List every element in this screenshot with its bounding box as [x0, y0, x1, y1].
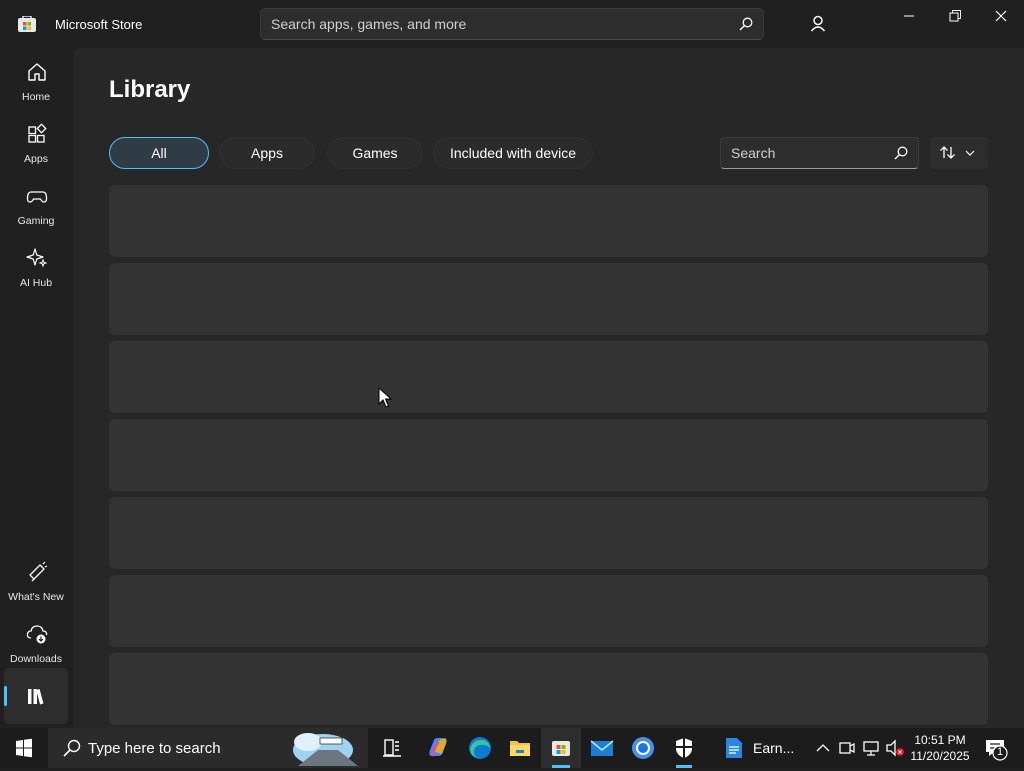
- minimize-button[interactable]: [886, 0, 932, 32]
- open-app-button[interactable]: [714, 728, 754, 768]
- meet-now-icon[interactable]: [837, 728, 857, 768]
- security-icon: [676, 738, 692, 768]
- open-app-label[interactable]: Earn...: [753, 740, 794, 756]
- store-logo-icon: [18, 16, 36, 32]
- restore-button[interactable]: [932, 0, 978, 32]
- library-search-input[interactable]: [731, 138, 889, 168]
- nav-whats-new[interactable]: What's New: [4, 553, 68, 609]
- start-button[interactable]: [4, 728, 44, 768]
- nav-home-label: Home: [21, 91, 50, 103]
- store-icon: [552, 741, 570, 768]
- mail-button[interactable]: [582, 728, 622, 768]
- search-icon[interactable]: [894, 146, 908, 160]
- system-clock[interactable]: 10:51 PM 11/20/2025: [908, 732, 972, 764]
- sort-button[interactable]: [930, 137, 988, 169]
- filter-included-with-device[interactable]: Included with device: [433, 137, 593, 169]
- nav-library[interactable]: [4, 668, 68, 724]
- close-button[interactable]: [978, 0, 1024, 32]
- clock-date: 11/20/2025: [910, 749, 970, 763]
- clock-time: 10:51 PM: [914, 733, 966, 747]
- nav-apps[interactable]: Apps: [4, 115, 68, 171]
- task-view-icon: [383, 739, 401, 757]
- user-icon: [810, 15, 826, 32]
- document-icon: [726, 738, 742, 758]
- network-icon[interactable]: [861, 728, 881, 768]
- library-icon: [28, 689, 44, 705]
- app-title: Microsoft Store: [55, 17, 143, 32]
- navigation-rail: Home Apps Gaming AI Hub What's New Downl…: [0, 48, 73, 728]
- filter-all[interactable]: All: [109, 137, 209, 169]
- windows-logo-icon: [16, 738, 32, 758]
- nav-gaming[interactable]: Gaming: [4, 177, 68, 233]
- nav-ai-hub-label: AI Hub: [19, 277, 53, 289]
- file-explorer-button[interactable]: [500, 728, 540, 768]
- filter-games[interactable]: Games: [327, 137, 423, 169]
- mail-icon: [590, 740, 614, 756]
- library-item-placeholder[interactable]: [109, 263, 988, 335]
- volume-muted-icon[interactable]: [885, 728, 905, 768]
- file-explorer-icon: [510, 741, 530, 756]
- search-icon[interactable]: [739, 17, 753, 31]
- sparkle-icon: [26, 248, 48, 268]
- home-icon: [28, 63, 46, 81]
- page-title: Library: [109, 76, 191, 103]
- chrome-icon: [632, 737, 654, 759]
- profile-button[interactable]: [802, 8, 834, 40]
- copilot-icon: [429, 738, 447, 757]
- task-view-button[interactable]: [372, 728, 412, 768]
- edge-button[interactable]: [460, 728, 500, 768]
- nav-whats-new-label: What's New: [8, 591, 64, 603]
- library-item-placeholder[interactable]: [109, 185, 988, 257]
- library-search-box[interactable]: [720, 137, 919, 169]
- chrome-button[interactable]: [623, 728, 663, 768]
- copilot-button[interactable]: [418, 728, 458, 768]
- nav-home[interactable]: Home: [4, 53, 68, 109]
- global-search-input[interactable]: [271, 9, 673, 39]
- search-highlight-image-icon: [293, 733, 358, 766]
- library-item-placeholder[interactable]: [109, 419, 988, 491]
- edge-icon: [469, 737, 491, 759]
- notification-count-badge: 1: [996, 746, 1004, 758]
- library-item-placeholder[interactable]: [109, 653, 988, 725]
- close-icon: [995, 10, 1007, 22]
- title-bar: Microsoft Store: [0, 0, 1024, 48]
- notification-center-button[interactable]: 1: [978, 728, 1018, 768]
- search-icon: [63, 739, 81, 757]
- minimize-icon: [904, 15, 914, 17]
- library-item-placeholder[interactable]: [109, 497, 988, 569]
- library-item-placeholder[interactable]: [109, 341, 988, 413]
- filter-apps[interactable]: Apps: [219, 137, 315, 169]
- nav-apps-label: Apps: [24, 153, 48, 165]
- gamepad-icon: [26, 191, 48, 203]
- active-indicator: [4, 686, 7, 706]
- apps-icon: [28, 123, 47, 143]
- library-item-placeholder[interactable]: [109, 575, 988, 647]
- taskbar: Type here to search Earn... 10:51 PM 11/…: [0, 728, 1024, 768]
- global-search-box[interactable]: [260, 8, 764, 40]
- nav-ai-hub[interactable]: AI Hub: [4, 239, 68, 295]
- store-taskbar-button[interactable]: [541, 728, 581, 768]
- chevron-down-icon: [965, 150, 975, 156]
- restore-icon: [949, 10, 961, 22]
- megaphone-icon: [29, 561, 48, 582]
- nav-gaming-label: Gaming: [17, 215, 55, 227]
- nav-downloads-label: Downloads: [10, 653, 62, 665]
- chevron-up-icon[interactable]: [813, 728, 833, 768]
- mouse-cursor-icon: [378, 387, 392, 408]
- cloud-download-icon: [26, 625, 48, 644]
- nav-downloads[interactable]: Downloads: [4, 615, 68, 671]
- sort-arrows-icon: [940, 146, 975, 159]
- security-button[interactable]: [664, 728, 704, 768]
- taskbar-search[interactable]: Type here to search: [48, 728, 368, 768]
- library-page: Library All Apps Games Included with dev…: [73, 48, 1024, 728]
- taskbar-search-text: Type here to search: [88, 740, 221, 757]
